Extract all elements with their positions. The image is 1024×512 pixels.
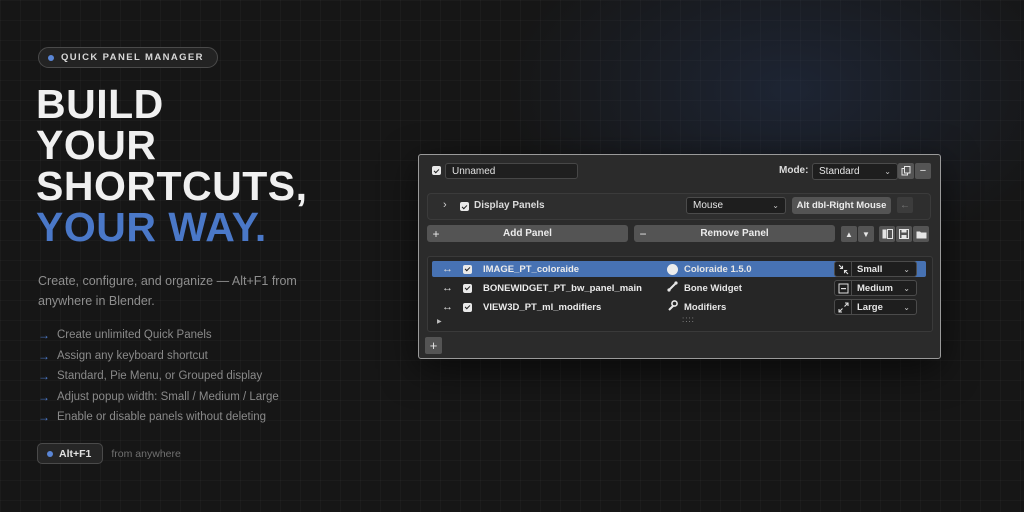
display-panels-label: Display Panels [474, 200, 545, 211]
chevron-down-icon: ⌄ [903, 283, 910, 293]
import-icon[interactable] [879, 226, 895, 242]
mode-value: Standard [819, 166, 860, 177]
size-dropdown[interactable]: Medium ⌄ [834, 280, 917, 296]
arrows-horizontal-icon: ↔ [442, 263, 453, 275]
feature-text: Assign any keyboard shortcut [57, 349, 208, 362]
expand-list-icon[interactable]: ▶ [437, 318, 442, 325]
mode-dropdown[interactable]: Standard ⌄ [812, 163, 898, 180]
save-icon[interactable] [896, 226, 912, 242]
circle-icon [667, 263, 678, 275]
headline-accent: YOUR WAY. [36, 204, 267, 250]
size-dropdown[interactable]: Small ⌄ [834, 261, 917, 277]
arrows-horizontal-icon: ↔ [442, 301, 453, 313]
remove-panel-label: Remove Panel [700, 228, 769, 239]
chevron-right-icon[interactable]: › [443, 199, 447, 211]
chevron-down-icon: ⌄ [903, 302, 910, 312]
row-enabled-checkbox[interactable] [463, 264, 472, 274]
feature-item: → Assign any keyboard shortcut [38, 346, 279, 367]
keybind-button[interactable]: Alt dbl-Right Mouse [792, 197, 891, 214]
folder-icon[interactable] [913, 226, 929, 242]
shortcut-chip: Alt+F1 [37, 443, 104, 464]
headline-line-2: YOUR [36, 122, 157, 168]
row-desc: Bone Widget [667, 281, 742, 295]
add-panel-button[interactable]: + Add Panel [427, 225, 628, 242]
wrench-icon [667, 300, 678, 314]
panel-name-input[interactable]: Unnamed [445, 163, 578, 179]
panel-enabled-checkbox[interactable] [432, 166, 441, 175]
add-item-icon[interactable]: + [425, 337, 442, 354]
row-desc-text: Modifiers [684, 301, 727, 313]
arrow-right-icon: → [38, 410, 50, 425]
remove-icon[interactable]: − [915, 163, 931, 179]
remove-panel-button[interactable]: − Remove Panel [634, 225, 835, 242]
duplicate-icon[interactable] [898, 163, 914, 179]
subtitle: Create, configure, and organize — Alt+F1… [38, 274, 297, 308]
mode-label: Mode: [779, 165, 809, 176]
clear-key-icon[interactable]: ← [897, 197, 913, 213]
bone-icon [667, 281, 678, 295]
add-panel-label: Add Panel [503, 228, 552, 239]
chevron-down-icon: ⌄ [772, 201, 779, 210]
row-id: BONEWIDGET_PT_bw_panel_main [483, 282, 642, 294]
table-row[interactable]: ↔ IMAGE_PT_coloraide Coloraide 1.5.0 Sma… [432, 261, 926, 277]
arrow-right-icon: → [38, 369, 50, 384]
shortcut-note: from anywhere [111, 447, 181, 460]
move-down-icon[interactable]: ▼ [858, 226, 874, 242]
resize-grip-icon[interactable]: :::: [682, 315, 695, 324]
row-desc: Coloraide 1.5.0 [667, 263, 752, 275]
feature-item: → Adjust popup width: Small / Medium / La… [38, 387, 279, 408]
arrow-right-icon: → [38, 348, 50, 363]
row-desc-text: Bone Widget [684, 282, 742, 294]
row-desc-text: Coloraide 1.5.0 [684, 263, 752, 275]
feature-text: Enable or disable panels without deletin… [57, 411, 267, 424]
shortcut-row: Alt+F1 from anywhere [37, 443, 181, 464]
minus-icon: − [639, 226, 647, 241]
row-enabled-checkbox[interactable] [463, 283, 472, 293]
feature-list: → Create unlimited Quick Panels → Assign a… [38, 325, 279, 428]
feature-item: → Create unlimited Quick Panels [38, 325, 279, 346]
size-value: Small [857, 263, 883, 275]
size-dropdown[interactable]: Large ⌄ [834, 299, 917, 315]
product-badge: QUICK PANEL MANAGER [38, 47, 218, 68]
shrink-icon [835, 261, 852, 277]
keybind-label: Alt dbl-Right Mouse [796, 200, 887, 211]
row-id: IMAGE_PT_coloraide [483, 263, 580, 275]
feature-text: Create unlimited Quick Panels [57, 329, 212, 342]
headline: BUILD YOUR SHORTCUTS, YOUR WAY. [36, 84, 308, 248]
chip-dot-icon [47, 450, 53, 457]
row-desc: Modifiers [667, 300, 726, 314]
badge-dot-icon [48, 54, 54, 61]
quick-panel-editor: Unnamed Mode: Standard ⌄ − › Display Pan… [418, 154, 941, 359]
medium-size-icon [835, 280, 852, 296]
plus-icon: + [432, 226, 440, 241]
feature-text: Adjust popup width: Small / Medium / Lar… [57, 390, 279, 403]
panel-name-value: Unnamed [452, 165, 496, 177]
display-panels-checkbox[interactable] [460, 202, 469, 211]
feature-item: → Standard, Pie Menu, or Grouped display [38, 366, 279, 387]
row-id: VIEW3D_PT_ml_modifiers [483, 301, 602, 313]
expand-icon [835, 299, 852, 315]
chevron-down-icon: ⌄ [884, 167, 891, 176]
badge-label: QUICK PANEL MANAGER [61, 52, 204, 63]
size-value: Medium [857, 282, 893, 294]
arrow-right-icon: → [38, 328, 50, 343]
shortcut-key: Alt+F1 [59, 447, 92, 460]
move-up-icon[interactable]: ▲ [841, 226, 857, 242]
headline-line-3: SHORTCUTS, [36, 163, 308, 209]
row-enabled-checkbox[interactable] [463, 302, 472, 312]
feature-text: Standard, Pie Menu, or Grouped display [57, 370, 263, 383]
arrows-horizontal-icon: ↔ [442, 282, 453, 294]
table-row[interactable]: ↔ VIEW3D_PT_ml_modifiers Modifiers Large… [432, 299, 926, 315]
table-row[interactable]: ↔ BONEWIDGET_PT_bw_panel_main Bone Widge… [432, 280, 926, 296]
trigger-value: Mouse [693, 200, 724, 211]
feature-item: → Enable or disable panels without deleti… [38, 407, 279, 428]
arrow-right-icon: → [38, 389, 50, 404]
chevron-down-icon: ⌄ [903, 264, 910, 274]
headline-line-1: BUILD [36, 81, 164, 127]
trigger-dropdown[interactable]: Mouse ⌄ [686, 197, 786, 214]
size-value: Large [857, 301, 883, 313]
